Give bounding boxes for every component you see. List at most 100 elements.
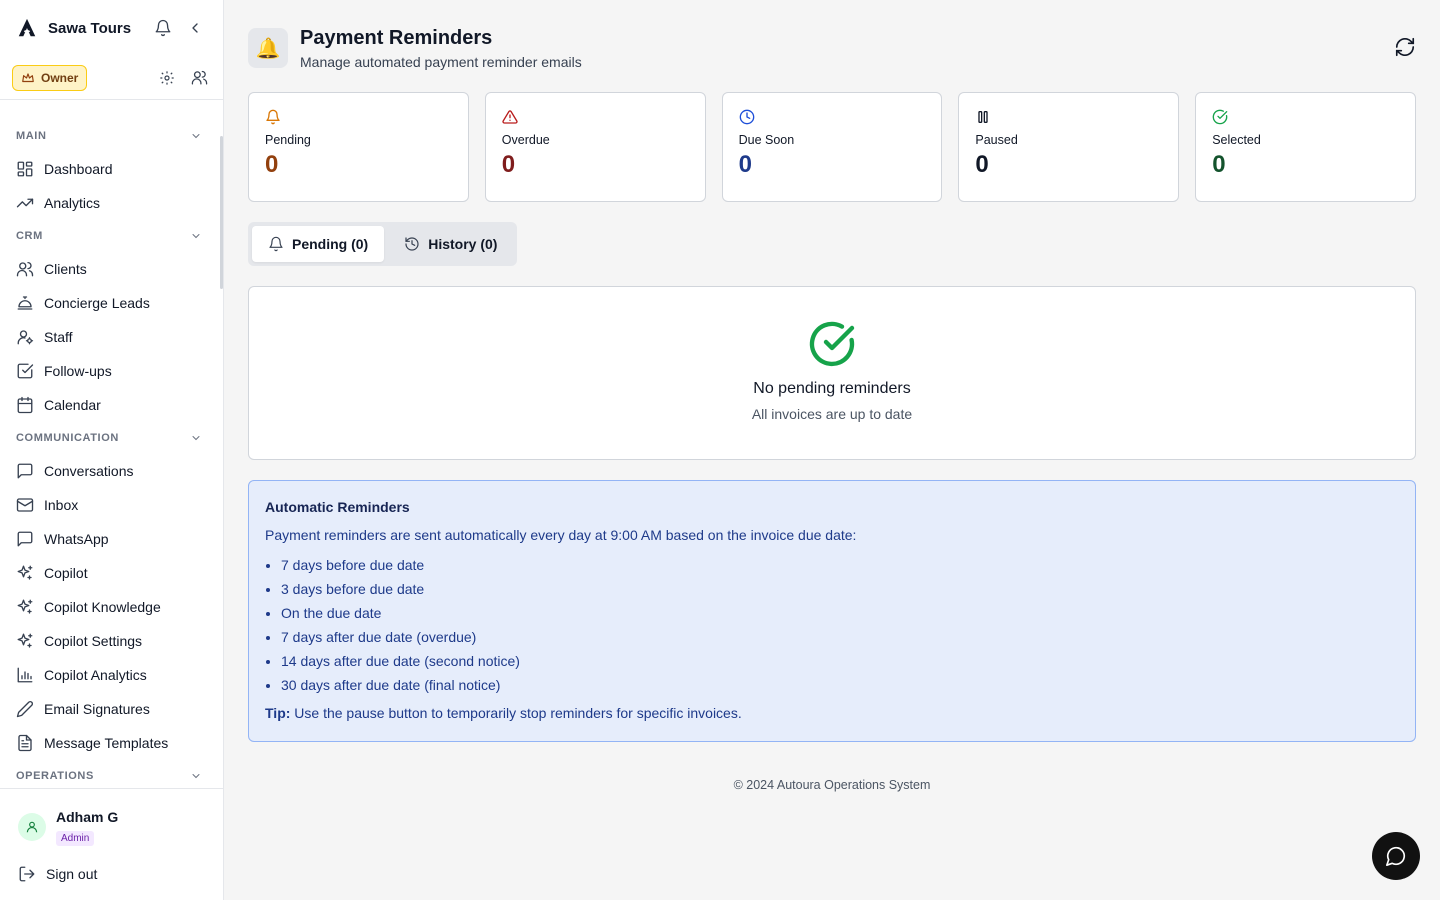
user-cog-icon [16, 328, 34, 346]
sidebar-item-whatsapp[interactable]: WhatsApp [0, 522, 222, 556]
message-square-icon [16, 530, 34, 548]
sparkles-icon [16, 598, 34, 616]
stat-value: 0 [738, 151, 752, 178]
chevron-down-icon [190, 432, 202, 444]
checkbox-icon [16, 362, 34, 380]
avatar [18, 813, 46, 841]
stat-card-overdue: Overdue 0 [484, 92, 706, 202]
sidebar-item-concierge-leads[interactable]: Concierge Leads [0, 286, 222, 320]
stat-value: 0 [265, 151, 279, 178]
list-item: On the due date [281, 601, 1399, 625]
chevron-down-icon [190, 230, 202, 242]
sparkles-icon [16, 564, 34, 582]
log-out-icon [19, 866, 35, 882]
sidebar-item-copilot[interactable]: Copilot [0, 556, 222, 590]
chevron-down-icon [190, 130, 202, 142]
collapse-sidebar-chevron-left-icon[interactable] [183, 16, 207, 40]
sidebar-item-label: Email Signatures [44, 701, 150, 717]
notifications-bell-icon[interactable] [151, 16, 175, 40]
stat-label: Paused [975, 133, 1018, 147]
sidebar-item-calendar[interactable]: Calendar [0, 388, 222, 422]
tab-pending[interactable]: Pending (0) [252, 226, 385, 262]
owner-badge[interactable]: Owner [12, 64, 88, 91]
page-header: 🔔 Payment Reminders Manage automated pay… [248, 26, 582, 70]
sidebar-nav: MAIN Dashboard Analytics CRM Clients Concierg… [0, 112, 222, 788]
admin-badge: Admin [56, 831, 95, 846]
sidebar-item-label: Calendar [44, 397, 101, 413]
list-item: 14 days after due date (second notice) [281, 649, 1399, 673]
section-header-crm[interactable]: CRM [0, 220, 222, 252]
refresh-button[interactable] [1394, 36, 1418, 60]
sidebar-item-dashboard[interactable]: Dashboard [0, 152, 222, 186]
owner-badge-label: Owner [41, 70, 79, 85]
bell-icon [268, 236, 284, 252]
stats-row: Pending 0 Overdue 0 Due Soon 0 Paused 0 Selected… [248, 92, 1416, 202]
sidebar-item-copilot-knowledge[interactable]: Copilot Knowledge [0, 590, 222, 624]
sidebar-item-analytics[interactable]: Analytics [0, 186, 222, 220]
tip-text: Use the pause button to temporarily stop… [290, 705, 742, 721]
stat-value: 0 [1212, 151, 1226, 178]
section-header-communication[interactable]: COMMUNICATION [0, 422, 222, 454]
mail-icon [16, 496, 34, 514]
stat-label: Selected [1212, 133, 1261, 147]
team-users-icon[interactable] [187, 66, 211, 90]
pause-icon [975, 109, 1162, 125]
list-item: 7 days before due date [281, 553, 1399, 577]
history-icon [404, 236, 420, 252]
sidebar-item-message-templates[interactable]: Message Templates [0, 726, 222, 760]
empty-state-subtitle: All invoices are up to date [751, 406, 913, 422]
sidebar-item-label: Copilot Settings [44, 633, 143, 649]
trending-icon [16, 194, 34, 212]
sidebar-item-label: Dashboard [44, 161, 113, 177]
clock-icon [739, 109, 926, 125]
sidebar-item-label: Staff [44, 329, 73, 345]
file-text-icon [16, 734, 34, 752]
section-header-operations[interactable]: OPERATIONS [0, 760, 222, 788]
sidebar-item-conversations[interactable]: Conversations [0, 454, 222, 488]
stat-label: Due Soon [738, 133, 795, 147]
sidebar-item-label: Copilot [44, 565, 88, 581]
sidebar-item-label: WhatsApp [44, 531, 109, 547]
footer-copyright: © 2024 Autoura Operations System [733, 778, 931, 792]
message-square-icon [16, 462, 34, 480]
stat-label: Overdue [501, 133, 550, 147]
tip-label: Tip: [265, 705, 291, 721]
page-title: Payment Reminders [300, 27, 493, 49]
tab-label: Pending (0) [292, 236, 369, 252]
sidebar-item-inbox[interactable]: Inbox [0, 488, 222, 522]
settings-gear-icon[interactable] [155, 66, 179, 90]
stat-card-selected: Selected 0 [1195, 92, 1416, 202]
info-title: Automatic Reminders [265, 499, 410, 515]
info-tip: Tip: Use the pause button to temporarily… [265, 705, 1399, 721]
sign-out-button[interactable]: Sign out [18, 865, 97, 883]
stat-value: 0 [975, 151, 989, 178]
sidebar: Sawa Tours Owner MAIN Dashboard Analytics C… [0, 0, 224, 900]
section-header-main[interactable]: MAIN [0, 112, 222, 152]
calendar-icon [16, 396, 34, 414]
sidebar-item-staff[interactable]: Staff [0, 320, 222, 354]
sidebar-item-copilot-analytics[interactable]: Copilot Analytics [0, 658, 222, 692]
sidebar-scrollbar[interactable] [220, 136, 223, 289]
message-circle-icon [1386, 846, 1406, 866]
sidebar-item-label: Conversations [44, 463, 134, 479]
bar-chart-icon [16, 666, 34, 684]
sidebar-item-clients[interactable]: Clients [0, 252, 222, 286]
sidebar-item-copilot-settings[interactable]: Copilot Settings [0, 624, 222, 658]
tab-label: History (0) [428, 236, 498, 252]
concierge-bell-icon [16, 294, 34, 312]
sparkles-icon [16, 632, 34, 650]
role-bar: Owner [0, 56, 223, 100]
sidebar-item-follow-ups[interactable]: Follow-ups [0, 354, 222, 388]
section-label: CRM [16, 230, 43, 242]
user-profile[interactable]: Adham G Admin [18, 809, 118, 846]
user-avatar-icon [26, 821, 38, 833]
sidebar-item-email-signatures[interactable]: Email Signatures [0, 692, 222, 726]
stat-value: 0 [501, 151, 516, 178]
list-item: 7 days after due date (overdue) [281, 625, 1399, 649]
reminder-tabs: Pending (0) History (0) [248, 222, 518, 266]
check-circle-icon [809, 321, 855, 367]
section-label: OPERATIONS [16, 770, 94, 782]
chat-button[interactable] [1372, 832, 1420, 880]
list-item: 3 days before due date [281, 577, 1399, 601]
tab-history[interactable]: History (0) [388, 226, 513, 262]
